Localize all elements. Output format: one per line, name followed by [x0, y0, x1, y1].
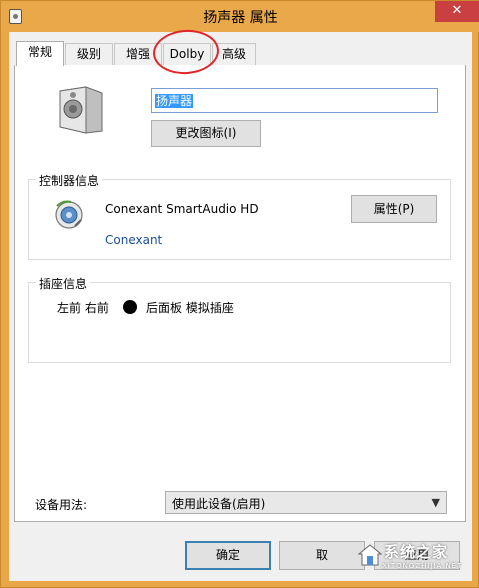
close-button[interactable]: ✕	[435, 1, 479, 22]
controller-info-label: 控制器信息	[36, 172, 103, 189]
jack-info-group	[28, 282, 451, 363]
device-usage-selected: 使用此设备(启用)	[172, 497, 266, 511]
title-bar[interactable]: 扬声器 属性 ✕	[1, 1, 479, 32]
speaker-properties-window: 扬声器 属性 ✕ 常规 级别 增强 Dolby 高级 扬声器 更改图标(I) 控…	[0, 0, 479, 588]
chevron-down-icon: ▼	[431, 496, 440, 509]
change-icon-button[interactable]: 更改图标(I)	[151, 120, 261, 147]
device-name-input[interactable]: 扬声器	[151, 88, 438, 113]
ok-button[interactable]: 确定	[185, 541, 271, 570]
controller-device-name: Conexant SmartAudio HD	[105, 202, 259, 216]
window-title: 扬声器 属性	[203, 10, 278, 26]
vendor-link[interactable]: Conexant	[105, 233, 162, 247]
audio-driver-icon	[55, 200, 83, 229]
device-name-selected-text: 扬声器	[155, 94, 194, 108]
device-usage-label: 设备用法:	[35, 498, 88, 512]
tab-general[interactable]: 常规	[16, 41, 64, 66]
jack-description: 后面板 模拟插座	[146, 301, 234, 315]
house-logo-icon	[358, 544, 382, 566]
tab-levels[interactable]: 级别	[65, 43, 113, 65]
watermark-subtitle: XITONGZHIJIA.NET	[382, 562, 463, 570]
jack-color-dot	[123, 300, 137, 314]
speaker-device-icon	[59, 86, 103, 134]
jack-info-label: 插座信息	[36, 275, 91, 292]
cancel-button[interactable]: 取	[279, 541, 365, 570]
jack-position: 左前 右前	[57, 301, 109, 315]
controller-properties-button[interactable]: 属性(P)	[351, 195, 437, 223]
device-usage-select[interactable]: 使用此设备(启用) ▼	[165, 491, 447, 514]
watermark-title: 系统之家	[384, 543, 449, 561]
dialog-client-area: 常规 级别 增强 Dolby 高级 扬声器 更改图标(I) 控制器信息 Cone…	[9, 32, 472, 581]
general-tab-panel: 扬声器 更改图标(I) 控制器信息 Conexant SmartAudio HD…	[14, 65, 466, 522]
site-watermark: 系统之家 XITONGZHIJIA.NET	[354, 537, 472, 581]
